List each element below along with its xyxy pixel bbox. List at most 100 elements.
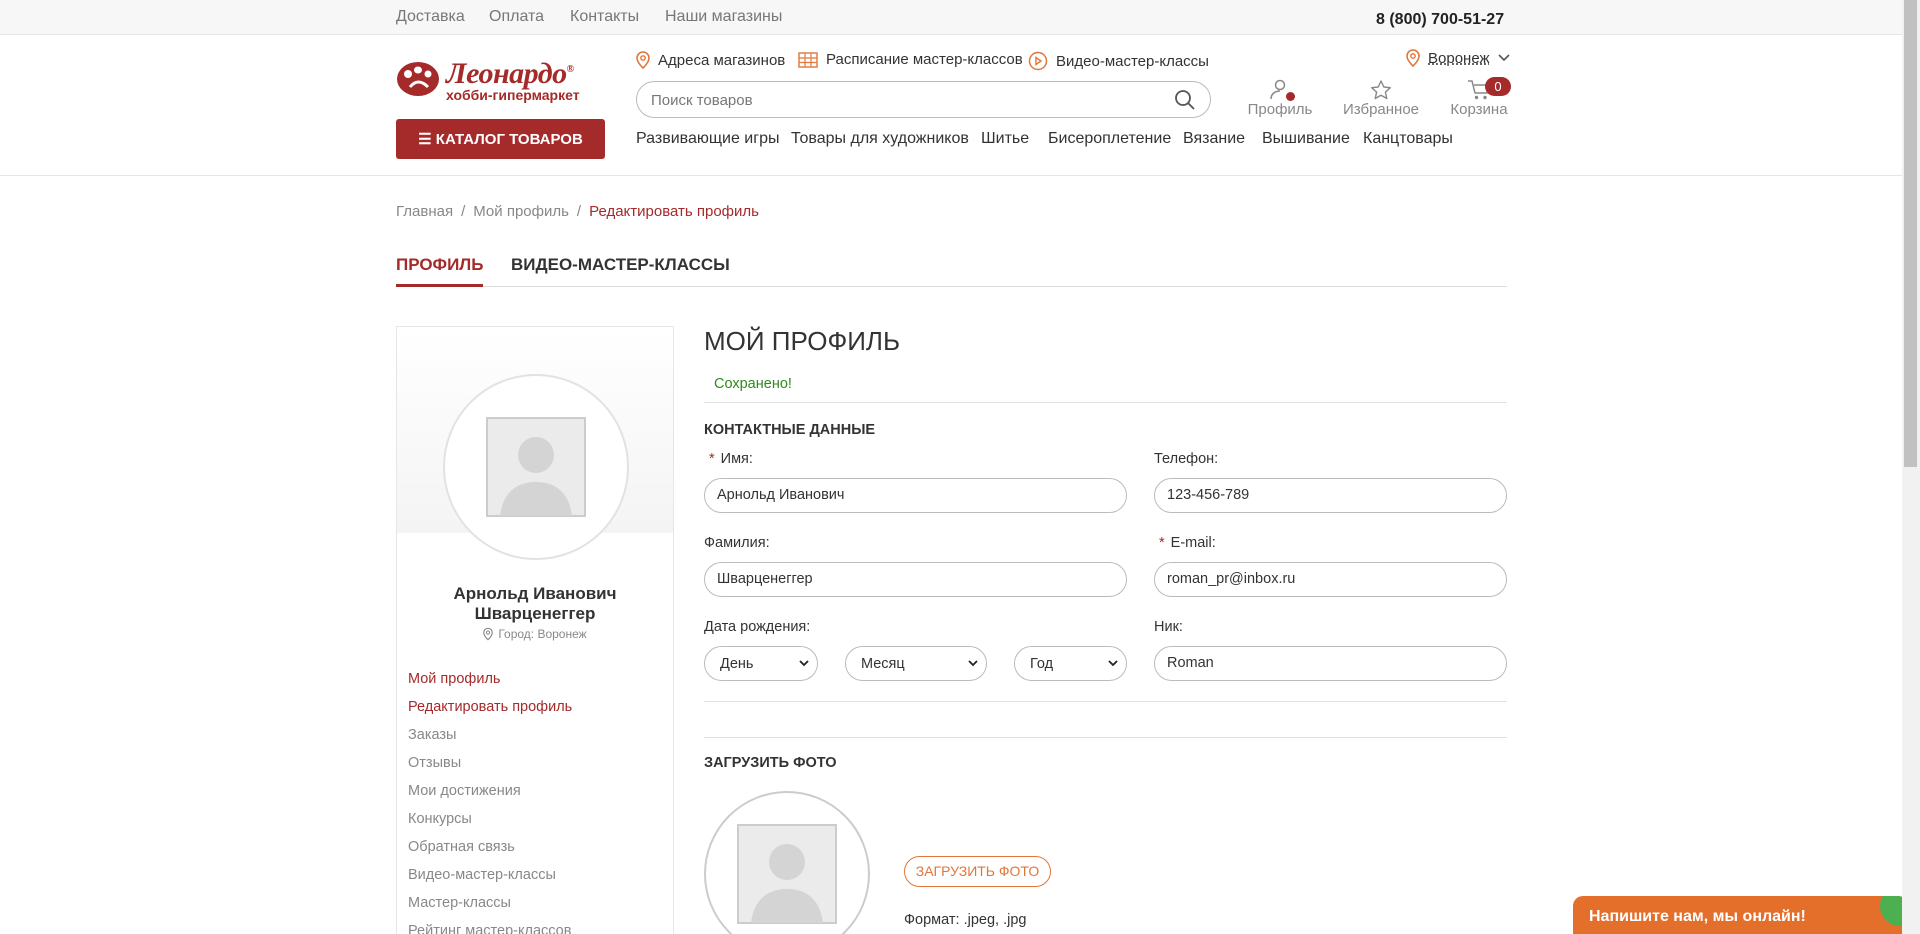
search-input[interactable] — [651, 90, 1151, 110]
sidebar-menu: Мой профиль Редактировать профиль Заказы… — [408, 670, 572, 934]
phone-input[interactable] — [1167, 487, 1483, 503]
sidebar-item-achievements[interactable]: Мои достижения — [408, 782, 572, 810]
email-input[interactable] — [1167, 571, 1483, 587]
catalog-button[interactable]: ☰ КАТАЛОГ ТОВАРОВ — [396, 119, 605, 159]
first-name-input[interactable] — [717, 487, 1096, 503]
default-avatar-icon — [486, 417, 586, 517]
last-name-input[interactable] — [717, 571, 1096, 587]
sidebar-item-master-classes[interactable]: Мастер-классы — [408, 894, 572, 922]
chat-widget[interactable]: Напишите нам, мы онлайн! — [1573, 896, 1908, 934]
profile-label: Профиль — [1247, 101, 1313, 118]
upload-photo-button[interactable]: Загрузить фото — [904, 856, 1051, 887]
sidebar-item-video-master-classes[interactable]: Видео-мастер-классы — [408, 866, 572, 894]
calendar-grid-icon — [798, 51, 818, 68]
birth-date-label: Дата рождения: — [704, 619, 811, 635]
nick-input[interactable] — [1167, 655, 1483, 671]
birth-year-select[interactable]: Год — [1014, 646, 1127, 681]
top-bar: Доставка Оплата Контакты Наши магазины 8… — [0, 0, 1902, 35]
breadcrumb-separator: / — [576, 203, 582, 220]
scrollbar-thumb[interactable] — [1904, 0, 1917, 467]
email-field — [1154, 562, 1507, 597]
favorites-label: Избранное — [1342, 101, 1420, 118]
play-circle-icon — [1028, 51, 1048, 71]
chat-widget-label: Напишите нам, мы онлайн! — [1589, 908, 1806, 925]
cart-count-badge: 0 — [1485, 77, 1511, 96]
header-link-label: Расписание мастер-классов — [826, 51, 1023, 68]
nav-item-artist-supplies[interactable]: Товары для художников — [791, 130, 969, 148]
saved-message: Сохранено! — [714, 376, 792, 392]
nav-item-knitting[interactable]: Вязание — [1183, 130, 1245, 148]
logo[interactable]: Леонардо® хобби-гипермаркет — [396, 57, 606, 107]
sidebar-item-master-class-rating[interactable]: Рейтинг мастер-классов — [408, 922, 572, 934]
search-icon[interactable] — [1174, 89, 1196, 111]
sidebar-item-my-profile[interactable]: Мой профиль — [408, 670, 572, 698]
profile-sidebar: Арнольд Иванович Шварценеггер Город: Вор… — [396, 326, 674, 934]
photo-preview — [704, 791, 870, 934]
header-link-label: Видео-мастер-классы — [1056, 52, 1209, 70]
location-pin-icon — [1406, 49, 1420, 67]
top-link-stores[interactable]: Наши магазины — [665, 8, 782, 26]
section-title-photo: Загрузить фото — [704, 755, 837, 771]
tab-profile[interactable]: Профиль — [396, 255, 484, 287]
location-pin-icon — [636, 51, 650, 69]
profile-button[interactable]: Профиль — [1240, 77, 1320, 118]
section-title-contacts: Контактные данные — [704, 422, 876, 438]
phone-field — [1154, 478, 1507, 513]
breadcrumb-current: Редактировать профиль — [589, 203, 759, 220]
nav-item-sewing[interactable]: Шитье — [981, 130, 1029, 148]
photo-format-hint: Формат: .jpeg, .jpg — [904, 912, 1027, 928]
profile-tabs: Профиль Видео-мастер-классы — [396, 255, 1507, 287]
location-pin-icon — [483, 627, 494, 641]
divider — [704, 737, 1507, 738]
sidebar-item-contests[interactable]: Конкурсы — [408, 810, 572, 838]
favorites-button[interactable]: Избранное — [1341, 77, 1421, 118]
avatar — [443, 374, 629, 560]
sidebar-item-orders[interactable]: Заказы — [408, 726, 572, 754]
divider — [704, 402, 1507, 403]
first-name-label: * Имя: — [709, 451, 753, 467]
email-label: * E-mail: — [1159, 535, 1216, 551]
nick-label: Ник: — [1154, 619, 1183, 635]
last-name-field — [704, 562, 1127, 597]
sidebar-item-edit-profile[interactable]: Редактировать профиль — [408, 698, 572, 726]
breadcrumb: Главная / Мой профиль / Редактировать пр… — [396, 203, 759, 220]
page: Доставка Оплата Контакты Наши магазины 8… — [0, 0, 1920, 934]
breadcrumb-home[interactable]: Главная — [396, 203, 453, 220]
chevron-down-icon — [968, 660, 978, 667]
header-link-schedule[interactable]: Расписание мастер-классов — [798, 51, 1023, 68]
sidebar-item-reviews[interactable]: Отзывы — [408, 754, 572, 782]
cart-button[interactable]: 0 Корзина — [1439, 77, 1519, 118]
breadcrumb-my-profile[interactable]: Мой профиль — [473, 203, 569, 220]
nick-field — [1154, 646, 1507, 681]
first-name-field — [704, 478, 1127, 513]
notification-dot — [1286, 92, 1295, 101]
breadcrumb-separator: / — [461, 203, 466, 220]
birth-month-select[interactable]: Месяц — [845, 646, 987, 681]
chevron-down-icon — [1497, 54, 1510, 62]
default-avatar-icon — [737, 824, 837, 924]
chevron-down-icon — [1108, 660, 1118, 667]
cart-label: Корзина — [1450, 101, 1508, 118]
header-link-store-addresses[interactable]: Адреса магазинов — [636, 51, 785, 69]
sidebar-item-feedback[interactable]: Обратная связь — [408, 838, 572, 866]
user-full-name: Арнольд Иванович Шварценеггер — [453, 584, 617, 623]
tab-video-master-classes[interactable]: Видео-мастер-классы — [511, 255, 730, 275]
nav-item-beading[interactable]: Бисероплетение — [1048, 130, 1171, 148]
star-icon — [1371, 80, 1391, 100]
last-name-label: Фамилия: — [704, 535, 770, 551]
header-link-video[interactable]: Видео-мастер-классы — [1028, 51, 1209, 71]
phone-label: Телефон: — [1154, 451, 1219, 467]
logo-name: Леонардо® — [446, 57, 574, 90]
nav-item-stationery[interactable]: Канцтовары — [1363, 130, 1453, 148]
logo-palette-icon — [397, 62, 439, 96]
header: Леонардо® хобби-гипермаркет Адреса магаз… — [0, 35, 1902, 176]
top-link-payment[interactable]: Оплата — [489, 8, 544, 26]
nav-item-embroidery[interactable]: Вышивание — [1262, 130, 1350, 148]
phone-number[interactable]: 8 (800) 700-51-27 — [1376, 11, 1504, 29]
nav-item-educational-games[interactable]: Развивающие игры — [636, 130, 779, 148]
divider — [704, 701, 1507, 702]
city-selector[interactable]: Воронеж — [1406, 49, 1510, 67]
top-link-contacts[interactable]: Контакты — [570, 8, 639, 26]
top-link-delivery[interactable]: Доставка — [396, 8, 465, 26]
birth-day-select[interactable]: День — [704, 646, 818, 681]
